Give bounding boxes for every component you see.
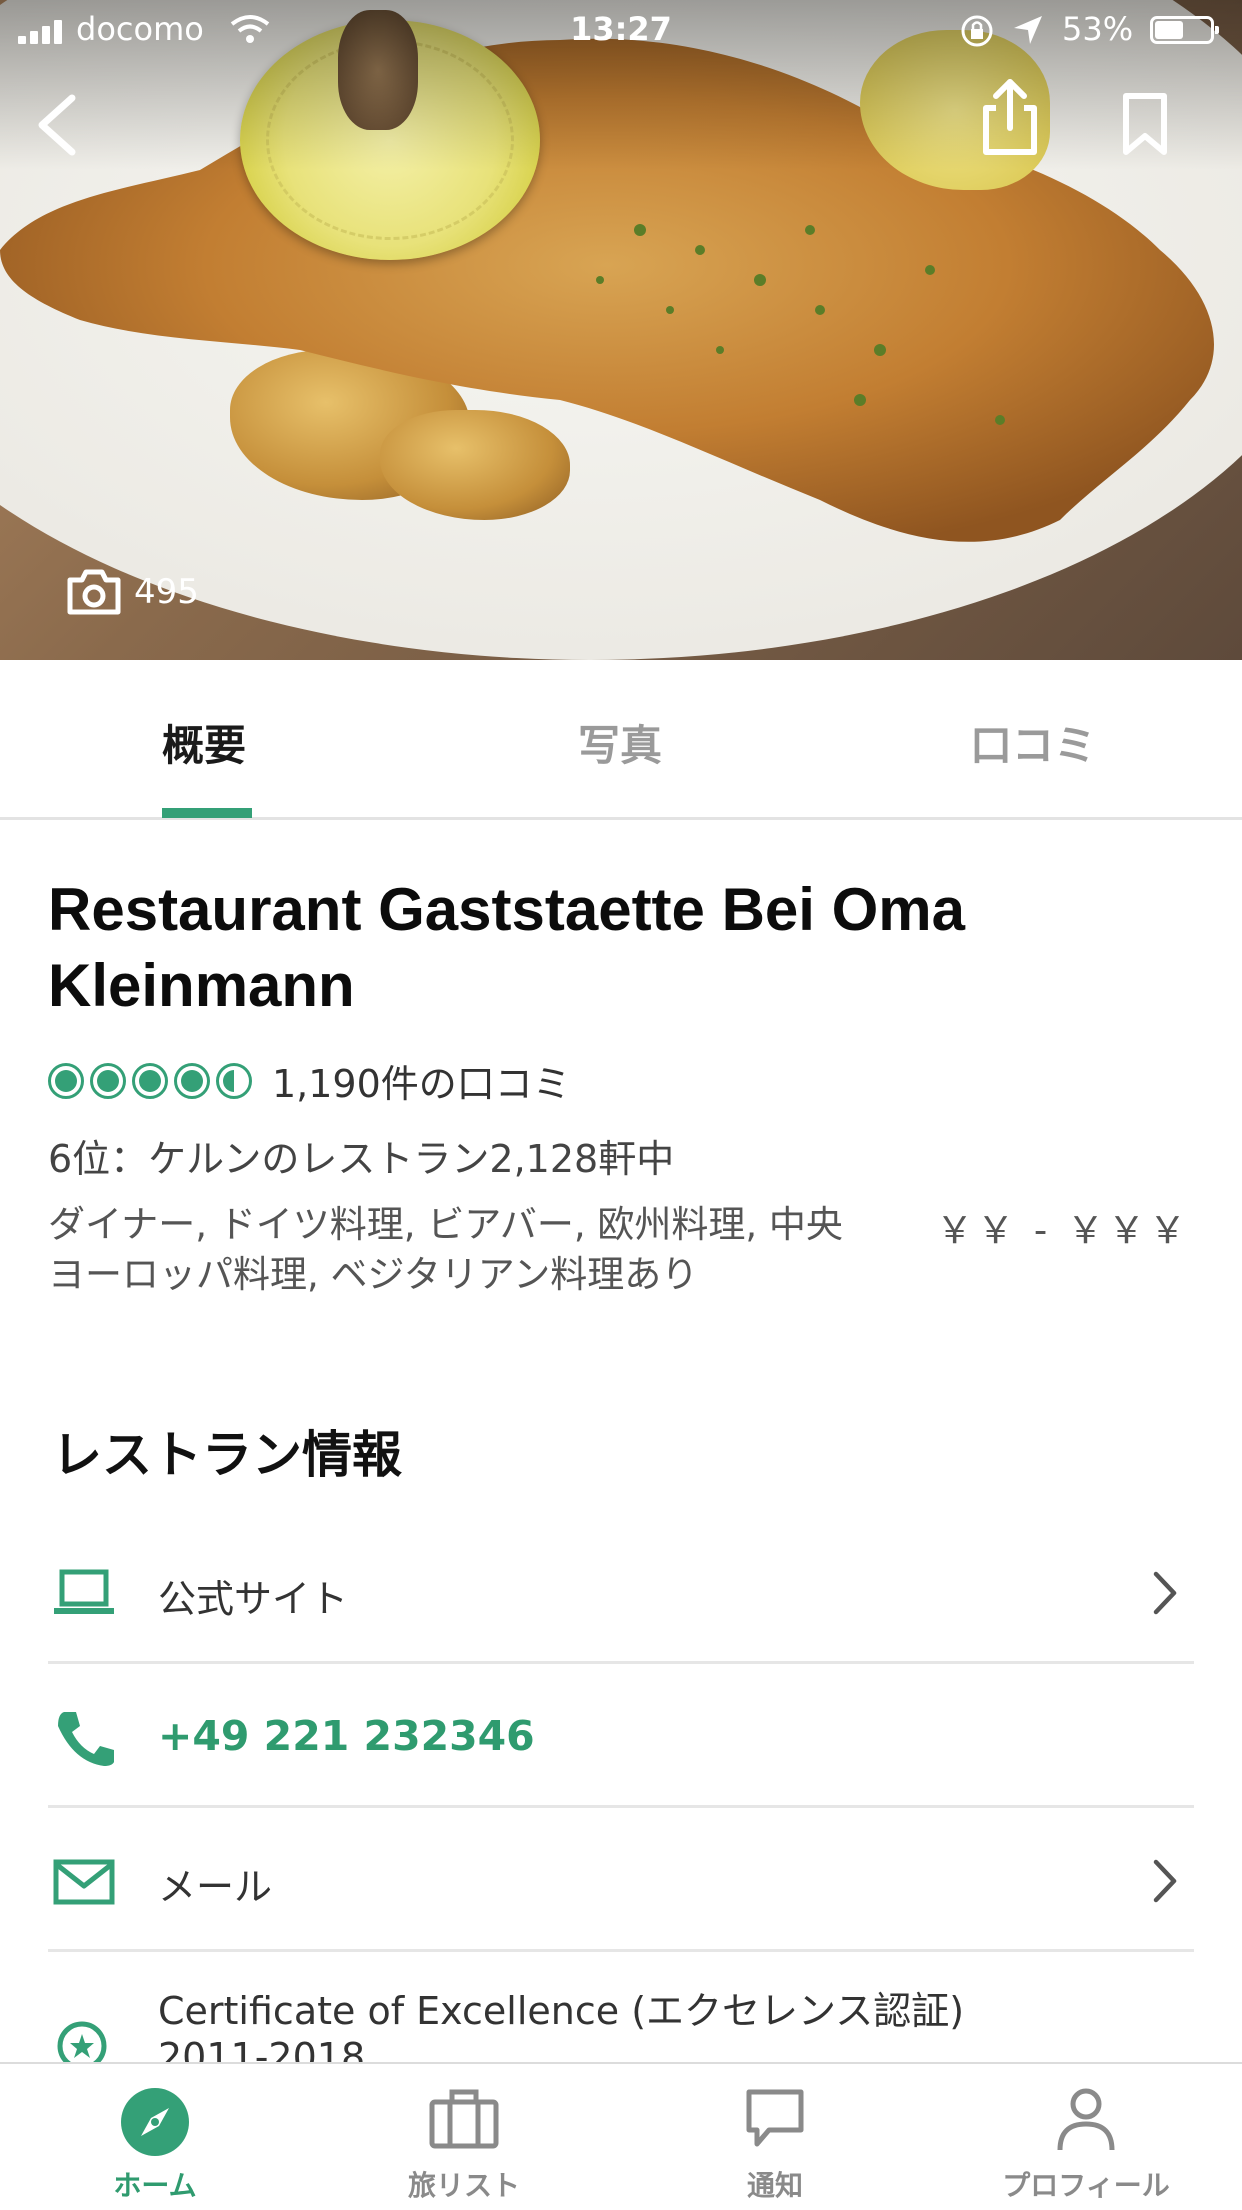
rating-bubbles [48,1062,258,1099]
bookmark-icon [1123,93,1167,155]
battery-percent: 53% [1062,10,1134,48]
price-range: ￥￥ - ￥￥￥ [936,1209,1190,1252]
tab-reviews[interactable]: 口コミ [970,712,1096,773]
tab-overview[interactable]: 概要 [162,712,246,773]
restaurant-name-line1: Restaurant Gaststaette Bei Oma [48,876,965,943]
tabbar-notifications[interactable]: 通知 [655,2064,895,2210]
rating-bubble-full [48,1062,84,1099]
suitcase-icon [429,2089,499,2149]
compass-icon [121,2088,189,2156]
tabbar-home-label: ホーム [113,2169,197,2202]
hero-photo[interactable]: 495 [0,0,1242,660]
ranking-text: 6位：ケルンのレストラン2,128軒中 [48,1137,675,1181]
status-bar: docomo 13:27 53% [0,0,1242,60]
rating-bubble-half [216,1062,252,1099]
tab-photos[interactable]: 写真 [578,712,662,773]
bottom-tab-bar: ホーム 旅リスト 通知 プロフィール [0,2062,1242,2208]
cuisine-list: ダイナー, ドイツ料理, ビアバー, 欧州料理, 中央 ヨーロッパ料理, ベジタ… [48,1200,908,1300]
tabbar-notifications-label: 通知 [746,2169,803,2202]
camera-icon [67,569,121,615]
share-button[interactable] [980,78,1040,158]
phone-row[interactable]: +49 221 232346 [48,1664,1194,1808]
restaurant-name: Restaurant Gaststaette Bei Oma Kleinmann [48,872,1198,1024]
rating-bubble-full [174,1062,210,1099]
website-row[interactable]: 公式サイト [48,1520,1194,1664]
bookmark-button[interactable] [1120,90,1170,160]
rotation-lock-icon [961,15,993,47]
website-label: 公式サイト [158,1577,349,1621]
chevron-right-icon [1153,1571,1177,1615]
cuisine-line1: ダイナー, ドイツ料理, ビアバー, 欧州料理, 中央 [48,1203,843,1246]
clock: 13:27 [570,10,672,48]
location-arrow-icon [1014,16,1042,44]
restaurant-name-line2: Kleinmann [48,952,355,1019]
mail-icon [53,1859,115,1905]
laptop-icon [54,1569,114,1614]
photo-count[interactable]: 495 [66,568,199,616]
phone-icon [58,1712,114,1766]
rating-bubble-full [90,1062,126,1099]
person-icon [1057,2088,1115,2151]
tabbar-trips[interactable]: 旅リスト [344,2064,584,2210]
back-arrow-icon [38,94,76,156]
tabbar-home[interactable]: ホーム [35,2064,275,2210]
tabbar-profile[interactable]: プロフィール [966,2064,1206,2210]
back-button[interactable] [30,90,90,160]
speech-bubble-icon [746,2089,804,2147]
cuisine-line2: ヨーロッパ料理, ベジタリアン料理あり [48,1253,699,1296]
section-title: レストラン情報 [52,1426,402,1484]
review-count: 1,190件の口コミ [272,1062,571,1106]
share-icon [983,79,1037,155]
battery-icon [1150,16,1219,44]
photo-count-text: 495 [134,572,199,612]
rating-row[interactable]: 1,190件の口コミ [48,1053,571,1108]
tabbar-profile-label: プロフィール [1002,2169,1170,2202]
tabbar-trips-label: 旅リスト [407,2169,520,2202]
section-tabs: 概要 写真 口コミ [0,660,1242,820]
certificate-line1: Certificate of Excellence (エクセレンス認証) [158,1989,965,2033]
active-tab-indicator [162,808,252,818]
email-row[interactable]: メール [48,1808,1194,1952]
phone-number-link[interactable]: +49 221 232346 [158,1712,535,1760]
chevron-right-icon [1153,1859,1177,1903]
rating-bubble-full [132,1062,168,1099]
email-label: メール [158,1865,273,1909]
